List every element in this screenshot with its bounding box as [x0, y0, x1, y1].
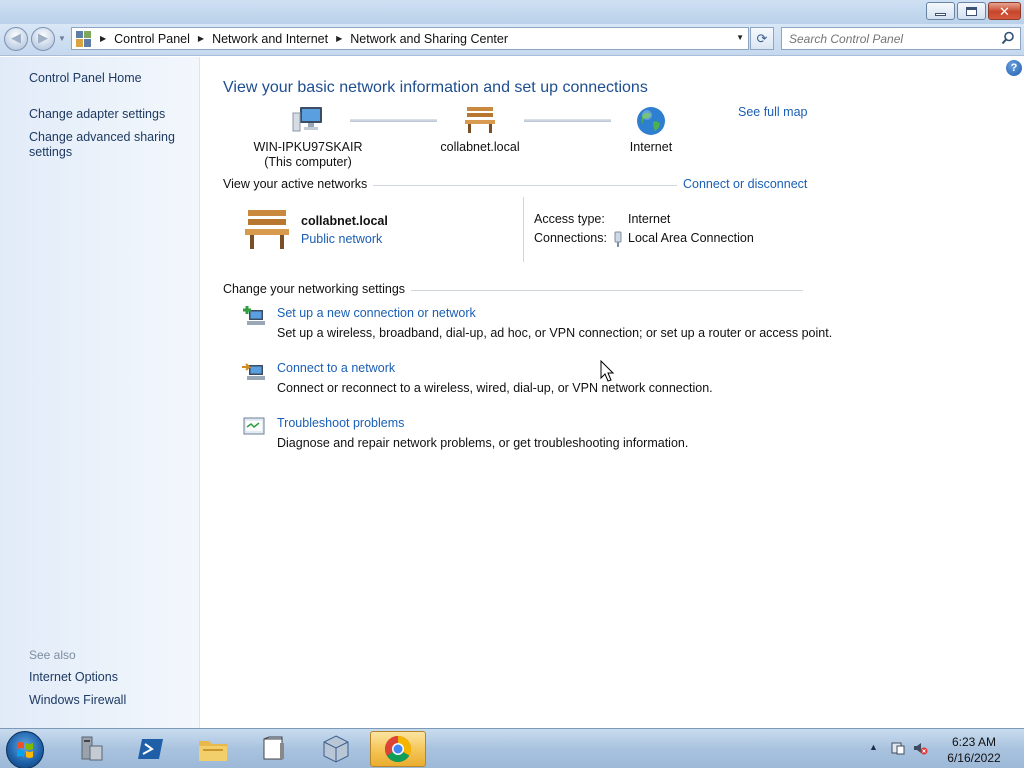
search-icon[interactable]	[1001, 31, 1015, 45]
troubleshoot-link[interactable]: Troubleshoot problems	[277, 416, 404, 430]
back-button[interactable]: ◀	[4, 27, 28, 51]
local-area-connection-link[interactable]: Local Area Connection	[628, 231, 754, 245]
connect-or-disconnect-link[interactable]: Connect or disconnect	[677, 177, 808, 191]
left-pane: Control Panel Home Change adapter settin…	[0, 57, 200, 728]
breadcrumb-network-internet[interactable]: Network and Internet	[212, 32, 328, 46]
page-title: View your basic network information and …	[223, 79, 648, 96]
breadcrumb-control-panel[interactable]: Control Panel	[114, 32, 190, 46]
main-content: ? View your basic network information an…	[201, 57, 1024, 728]
taskbar-powershell[interactable]	[123, 731, 179, 767]
title-bar: ✕	[0, 0, 1024, 24]
windows-firewall-link[interactable]: Windows Firewall	[29, 693, 194, 708]
close-button[interactable]: ✕	[988, 2, 1021, 20]
computer-name: WIN-IPKU97SKAIR	[253, 140, 363, 154]
taskbar-chrome[interactable]	[370, 731, 426, 767]
chrome-icon	[384, 735, 412, 763]
server-manager-icon	[81, 736, 103, 761]
troubleshoot-icon[interactable]	[241, 414, 267, 440]
clock-time: 6:23 AM	[951, 735, 997, 749]
file-explorer-icon	[199, 741, 227, 761]
map-connector-line	[350, 119, 437, 122]
troubleshoot-description: Diagnose and repair network problems, or…	[277, 436, 689, 450]
taskbar-virtualbox[interactable]	[308, 731, 364, 767]
mouse-cursor-icon	[600, 360, 615, 382]
new-connection-icon[interactable]	[241, 304, 267, 330]
address-dropdown-icon[interactable]: ▼	[736, 33, 744, 42]
taskbar-file-explorer[interactable]	[185, 731, 241, 767]
start-button[interactable]	[6, 731, 44, 768]
breadcrumb-network-sharing-center[interactable]: Network and Sharing Center	[350, 32, 508, 46]
taskbar: ▲ 6:23 AM 6/16/2022	[0, 728, 1024, 768]
vertical-divider	[523, 197, 524, 262]
minimize-icon	[935, 12, 946, 16]
map-network-node: collabnet.local	[425, 105, 535, 155]
ethernet-icon	[614, 231, 622, 247]
minimize-button[interactable]	[926, 2, 955, 20]
recent-pages-dropdown[interactable]: ▼	[58, 34, 66, 43]
connect-network-icon[interactable]	[241, 359, 267, 385]
powershell-icon	[138, 739, 163, 759]
taskbar-server-manager[interactable]	[62, 731, 118, 767]
bench-network-icon[interactable]	[242, 207, 292, 251]
navigation-bar: ◀ ▶ ▼ ▶ Control Panel ▶ Network and Inte…	[0, 24, 1024, 56]
globe-icon	[637, 107, 665, 135]
settings-heading: Change your networking settings	[223, 282, 412, 296]
back-arrow-icon: ◀	[11, 30, 21, 45]
connections-label: Connections:	[534, 231, 607, 245]
see-also-heading: See also	[29, 648, 76, 662]
chevron-right-icon[interactable]: ▶	[336, 34, 342, 43]
change-advanced-sharing-link[interactable]: Change advanced sharing settings	[29, 130, 179, 160]
windows-logo-icon	[17, 742, 33, 758]
help-icon[interactable]: ?	[1006, 60, 1022, 76]
bench-icon	[465, 107, 495, 133]
see-full-map-link[interactable]: See full map	[738, 105, 807, 119]
system-clock[interactable]: 6:23 AM 6/16/2022	[936, 734, 1012, 766]
map-internet-node: Internet	[616, 105, 686, 155]
internet-options-link[interactable]: Internet Options	[29, 670, 194, 685]
show-hidden-icons-button[interactable]: ▲	[869, 742, 878, 752]
maximize-icon	[966, 6, 977, 16]
forward-button[interactable]: ▶	[31, 27, 55, 51]
active-networks-heading: View your active networks	[223, 177, 374, 191]
control-panel-home-link[interactable]: Control Panel Home	[29, 71, 194, 86]
chevron-right-icon[interactable]: ▶	[100, 34, 106, 43]
virtualbox-icon	[323, 735, 349, 763]
connect-to-network-description: Connect or reconnect to a wireless, wire…	[277, 381, 713, 395]
refresh-button[interactable]: ⟳	[750, 27, 774, 50]
connect-to-network-link[interactable]: Connect to a network	[277, 361, 395, 375]
map-connector-line	[524, 119, 611, 122]
refresh-icon: ⟳	[756, 30, 768, 46]
clock-date: 6/16/2022	[947, 751, 1001, 765]
search-input[interactable]	[789, 31, 999, 46]
setup-connection-link[interactable]: Set up a new connection or network	[277, 306, 476, 320]
control-panel-icon	[76, 30, 92, 47]
close-icon: ✕	[999, 3, 1010, 19]
computer-icon	[292, 107, 322, 132]
internet-label: Internet	[629, 140, 673, 154]
action-center-icon[interactable]	[890, 740, 906, 756]
setup-connection-description: Set up a wireless, broadband, dial-up, a…	[277, 326, 833, 340]
access-type-label: Access type:	[534, 212, 605, 226]
address-bar[interactable]: ▶ Control Panel ▶ Network and Internet ▶…	[71, 27, 749, 50]
computer-caption: (This computer)	[264, 155, 352, 169]
search-box[interactable]	[781, 27, 1021, 50]
taskbar-file-manager[interactable]	[246, 731, 302, 767]
chevron-right-icon[interactable]: ▶	[198, 34, 204, 43]
volume-muted-icon[interactable]	[912, 740, 928, 756]
maximize-button[interactable]	[957, 2, 986, 20]
network-name-map: collabnet.local	[440, 140, 520, 154]
change-adapter-settings-link[interactable]: Change adapter settings	[29, 107, 194, 122]
map-computer-node: WIN-IPKU97SKAIR (This computer)	[253, 105, 363, 170]
file-manager-icon	[263, 736, 284, 760]
network-type-link[interactable]: Public network	[301, 232, 382, 246]
active-network-name: collabnet.local	[301, 214, 388, 228]
access-type-value: Internet	[628, 212, 671, 226]
forward-arrow-icon: ▶	[38, 30, 48, 45]
